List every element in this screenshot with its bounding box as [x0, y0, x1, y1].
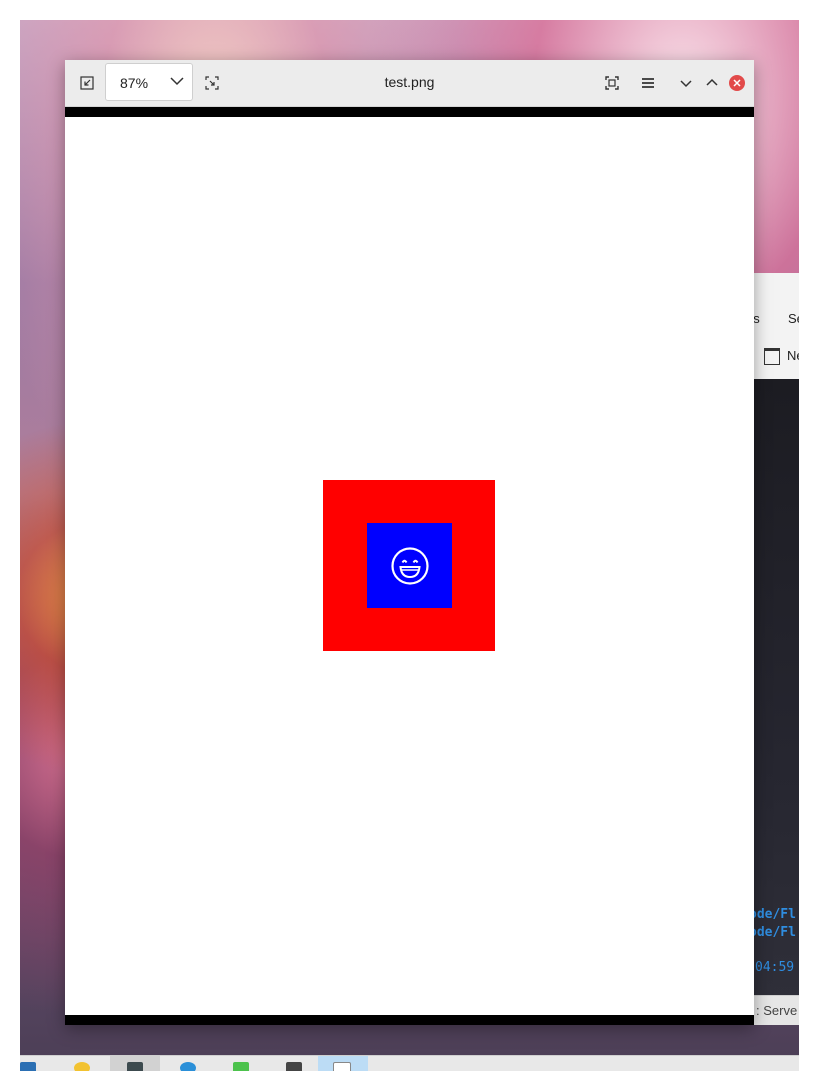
status-text: : Serve [756, 1003, 798, 1018]
shrink-to-fit-icon[interactable] [75, 71, 99, 95]
background-app-window[interactable]: ns Se Ne ode/Fl ode/Fl 04:59 : Serve [754, 273, 799, 1025]
background-status-bar: : Serve [754, 995, 799, 1025]
minimize-icon[interactable] [674, 71, 698, 95]
image-inner-square [367, 523, 452, 608]
image-viewer-icon[interactable] [318, 1056, 368, 1071]
chat-icon[interactable] [216, 1056, 266, 1071]
hamburger-menu-icon[interactable] [636, 71, 660, 95]
terminal-area[interactable]: ode/Fl ode/Fl 04:59 [754, 379, 799, 1025]
zoom-value: 87% [120, 75, 149, 91]
new-window-icon[interactable] [764, 348, 780, 365]
image-canvas[interactable] [65, 117, 754, 1015]
titlebar[interactable]: 87% test.png [65, 60, 754, 107]
background-app-menubar: ns Se [754, 273, 799, 337]
chevron-down-icon [170, 74, 184, 93]
zoom-dropdown[interactable]: 87% [105, 63, 193, 101]
background-menu-item[interactable]: Se [788, 311, 799, 326]
browser-icon[interactable] [163, 1056, 213, 1071]
screenshot: ns Se Ne ode/Fl ode/Fl 04:59 : Serve 87% [0, 0, 819, 1090]
grinning-face-icon [390, 546, 429, 585]
terminal-line: ode/Fl [754, 907, 796, 922]
maximize-icon[interactable] [700, 71, 724, 95]
terminal-line: ode/Fl [754, 925, 796, 940]
image-viewer-window: 87% test.png [65, 60, 754, 1025]
new-button-label[interactable]: Ne [787, 348, 799, 363]
taskbar [20, 1055, 799, 1071]
background-menu-item[interactable]: ns [754, 311, 760, 326]
terminal-timestamp: 04:59 [755, 960, 795, 975]
image-outer-square [323, 480, 495, 651]
terminal-icon[interactable] [110, 1056, 160, 1071]
fit-selection-icon[interactable] [200, 71, 224, 95]
fullscreen-icon[interactable] [600, 71, 624, 95]
close-icon[interactable] [729, 75, 745, 91]
monitor-icon[interactable] [269, 1056, 319, 1071]
star-app-icon[interactable] [60, 1056, 110, 1071]
